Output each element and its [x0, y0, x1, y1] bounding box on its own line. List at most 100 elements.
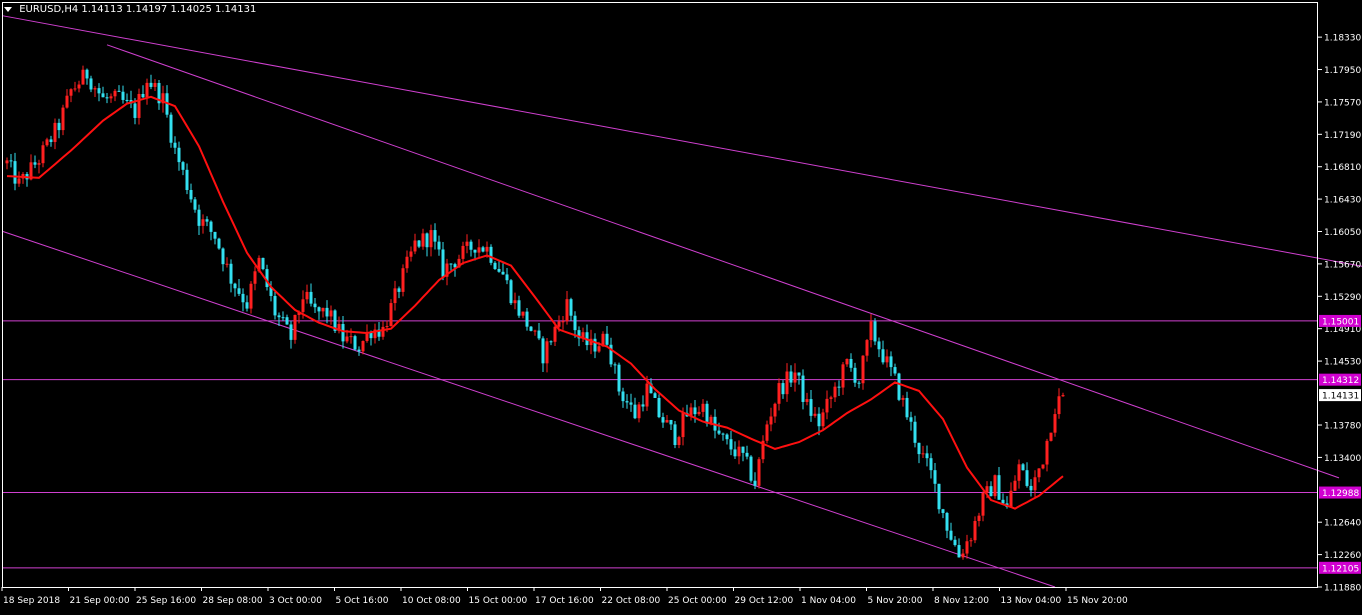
- candle: [609, 337, 613, 368]
- y-tick-label: 1.16050: [1324, 228, 1361, 238]
- candle: [237, 279, 241, 296]
- candle: [145, 78, 149, 105]
- candle: [701, 399, 705, 418]
- candle: [157, 79, 161, 110]
- x-tick-label: 22 Oct 08:00: [602, 596, 661, 606]
- candle-body: [181, 162, 185, 170]
- candle: [657, 394, 661, 419]
- candle-body: [401, 268, 405, 292]
- candle-body: [357, 349, 361, 352]
- candle: [653, 391, 657, 399]
- candle: [765, 420, 769, 444]
- candle-body: [765, 424, 769, 441]
- candle: [449, 263, 453, 271]
- candle: [173, 136, 177, 155]
- candle-body: [493, 262, 497, 269]
- chart-area[interactable]: 1.18330 1.17950 1.17570 1.17190 1.16810 1.164…: [0, 0, 1362, 611]
- candle-body: [913, 421, 917, 443]
- candle: [101, 86, 105, 98]
- candle-body: [837, 386, 841, 388]
- y-tick-label: 1.17570: [1324, 98, 1361, 108]
- candle-body: [669, 420, 673, 425]
- symbol-timeframe: EURUSD,H4: [19, 4, 79, 15]
- candle-body: [49, 139, 53, 142]
- candle: [789, 365, 793, 387]
- candle: [893, 363, 897, 376]
- candle-body: [805, 399, 809, 402]
- candle-body: [909, 417, 913, 422]
- candle: [961, 549, 965, 560]
- candle: [925, 445, 929, 467]
- candle-body: [381, 326, 385, 337]
- candle: [513, 292, 517, 310]
- trendline-2: [106, 44, 1340, 479]
- candle: [613, 362, 617, 374]
- candle: [525, 308, 529, 331]
- candle: [829, 395, 833, 409]
- candle: [397, 286, 401, 299]
- y-tick-label: 1.15670: [1324, 260, 1361, 270]
- candle: [965, 534, 969, 559]
- candle-body: [657, 398, 661, 418]
- candle: [529, 325, 533, 332]
- candle: [841, 361, 845, 395]
- candle: [621, 387, 625, 408]
- symbol-header[interactable]: EURUSD,H4 1.14113 1.14197 1.14025 1.1413…: [4, 4, 256, 16]
- candle-body: [241, 293, 245, 303]
- candle: [665, 415, 669, 423]
- candle: [185, 163, 189, 195]
- candle-body: [109, 96, 113, 99]
- candle-body: [821, 412, 825, 427]
- candle-body: [777, 383, 781, 404]
- y-tick-label: 1.13400: [1324, 454, 1361, 464]
- candle: [1021, 463, 1025, 471]
- candle-body: [885, 356, 889, 363]
- candle-body: [717, 430, 721, 434]
- candle-body: [973, 520, 977, 541]
- price-axis[interactable]: 1.18330 1.17950 1.17570 1.17190 1.16810 1.164…: [1318, 34, 1361, 594]
- candles-layer: [5, 65, 1065, 560]
- time-axis[interactable]: 18 Sep 2018 21 Sep 00:00 25 Sep 16:00 28 Se…: [1, 587, 1128, 606]
- candle: [69, 88, 73, 103]
- candle-body: [905, 397, 909, 418]
- candle: [797, 372, 801, 385]
- candle-body: [301, 299, 305, 312]
- candle: [929, 453, 933, 479]
- candle: [885, 349, 889, 368]
- candle-body: [225, 263, 229, 265]
- candle: [285, 314, 289, 325]
- candle-body: [253, 271, 257, 284]
- candle: [949, 522, 953, 541]
- candle-body: [1053, 414, 1057, 433]
- chart-frame: [2, 2, 1318, 588]
- candle: [9, 154, 13, 168]
- x-tick-label: 13 Nov 04:00: [1001, 596, 1062, 606]
- chart-svg[interactable]: 1.18330 1.17950 1.17570 1.17190 1.16810 1.164…: [0, 0, 1362, 611]
- candle: [757, 457, 761, 489]
- candle-body: [813, 413, 817, 416]
- candle-body: [545, 341, 549, 364]
- candle: [117, 85, 121, 92]
- candle-body: [69, 89, 73, 96]
- candle-body: [13, 161, 17, 184]
- candle: [85, 68, 89, 85]
- candle: [545, 337, 549, 373]
- candle-body: [941, 509, 945, 513]
- candle-body: [653, 393, 657, 399]
- candle-body: [1049, 432, 1053, 441]
- candle-body: [469, 241, 473, 250]
- candle-body: [141, 93, 145, 98]
- y-tick-label: 1.18330: [1324, 34, 1361, 44]
- candle-body: [361, 341, 365, 352]
- level-label: 1.12105: [1322, 564, 1359, 574]
- candle: [61, 104, 65, 136]
- candle-body: [977, 515, 981, 521]
- candle: [537, 323, 541, 341]
- candle-body: [137, 93, 141, 118]
- candle-body: [537, 330, 541, 339]
- candle: [877, 337, 881, 358]
- candle: [141, 85, 145, 99]
- candle-body: [533, 330, 537, 332]
- dropdown-arrow-icon[interactable]: [4, 7, 12, 12]
- y-tick-label: 1.12260: [1324, 551, 1361, 561]
